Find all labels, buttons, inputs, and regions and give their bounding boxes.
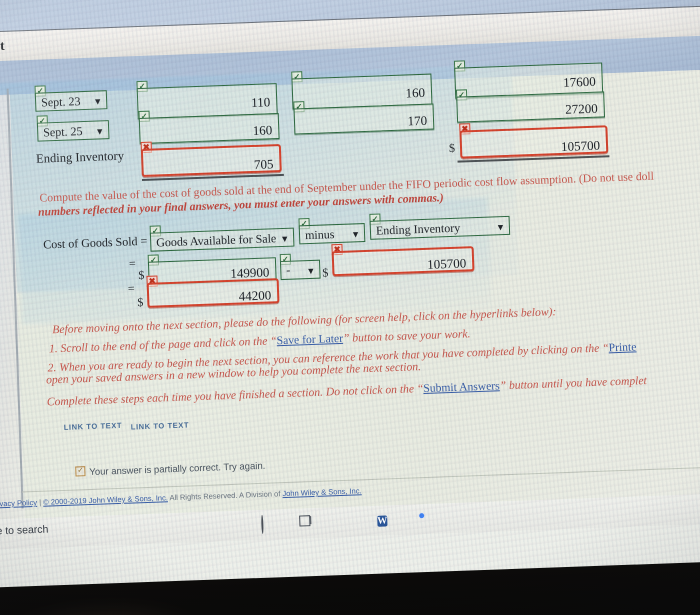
ending-inventory-total-value: 105700 [560, 137, 601, 154]
total-input-2-value: 27200 [564, 100, 598, 117]
link-to-text-2[interactable]: LINK TO TEXT [131, 420, 190, 431]
notes-step-3-b: ” button until you have complet [499, 374, 647, 393]
ending-inventory-value-input[interactable]: 105700 [331, 246, 475, 277]
instruction-line-1-emph: (Do not use doll [578, 169, 655, 186]
partial-correct-icon: ✓ [75, 466, 86, 477]
window-title: gnment [0, 37, 6, 55]
cogs-result-input[interactable]: 44200 [146, 278, 280, 308]
chevron-down-icon: ▼ [93, 96, 103, 107]
equals-sign-2: = [127, 281, 135, 296]
unit-cost-input-2[interactable]: 170 [293, 103, 435, 135]
dollar-sign-result: $ [137, 295, 144, 310]
dollar-sign-ending-inv-value: $ [322, 265, 329, 280]
division-link[interactable]: John Wiley & Sons, Inc. [282, 486, 361, 498]
total-input-2[interactable]: 27200 [456, 91, 606, 123]
screen-photo: gnment s dy ✓ Sept. 23 ▼ ✓ [0, 0, 700, 615]
units-input-2-value: 160 [252, 122, 273, 138]
footer-separator: | [38, 497, 42, 507]
footer-rights: All Rights Reserved. A Division of [169, 489, 281, 503]
operator-value-dropdown[interactable]: - ▼ [279, 259, 321, 281]
ending-inventory-units-value: 705 [253, 156, 274, 172]
chevron-down-icon: ▼ [306, 265, 316, 277]
dollar-sign-goods-available: $ [138, 267, 145, 283]
printer-friendly-link[interactable]: Printe [608, 340, 636, 354]
word-glyph: W [377, 515, 388, 527]
ending-inventory-total-input[interactable]: 105700 [459, 125, 609, 159]
operator-dropdown[interactable]: minus ▼ [298, 223, 366, 245]
ending-inventory-value: 105700 [426, 255, 467, 272]
copyright-link[interactable]: © 2000-2019 John Wiley & Sons, Inc. [43, 493, 168, 506]
bezel-glare [2, 599, 205, 615]
operator-dropdown-value: minus [304, 227, 335, 243]
word-icon[interactable]: W [377, 510, 388, 528]
ending-inventory-dropdown-value: Ending Inventory [375, 220, 461, 238]
search-box-text[interactable]: ype here to search [0, 524, 49, 539]
date-dropdown-2-value: Sept. 25 [42, 124, 83, 140]
feedback-text: Your answer is partially correct. Try ag… [89, 460, 266, 479]
date-dropdown-1[interactable]: Sept. 23 ▼ [34, 90, 108, 112]
equals-sign-1: = [128, 256, 136, 271]
goods-available-dropdown-value: Goods Available for Sale [155, 231, 277, 250]
notes-step-1-a: 1. Scroll to the end of the page and cli… [48, 334, 277, 356]
chevron-down-icon: ▼ [495, 222, 506, 233]
notes-step-3-a: Complete these steps each time you have … [46, 382, 424, 409]
assignment-page: s dy ✓ Sept. 23 ▼ ✓ 110 ✓ 160 ✓ [0, 60, 700, 526]
chevron-down-icon: ▼ [95, 126, 105, 137]
date-dropdown-1-value: Sept. 23 [40, 94, 81, 110]
ending-inventory-label: Ending Inventory [35, 148, 125, 166]
chevron-down-icon: ▼ [350, 229, 361, 240]
unit-cost-input-2-value: 170 [407, 112, 428, 129]
screen-content: gnment s dy ✓ Sept. 23 ▼ ✓ [0, 0, 700, 588]
dollar-sign-ending-total: $ [448, 140, 456, 155]
privacy-policy-link[interactable]: Privacy Policy [0, 498, 37, 509]
cogs-result-value: 44200 [238, 287, 272, 304]
operator-value: - [286, 262, 291, 277]
units-input-1-value: 110 [250, 94, 271, 111]
units-input-2[interactable]: 160 [138, 113, 280, 145]
link-to-text-1[interactable]: LINK TO TEXT [64, 421, 123, 432]
save-for-later-link[interactable]: Save for Later [276, 332, 343, 347]
ending-inventory-units-input[interactable]: 705 [140, 143, 282, 177]
date-dropdown-2[interactable]: Sept. 25 ▼ [36, 120, 110, 142]
cortana-icon[interactable] [261, 514, 264, 534]
page-canvas: s dy ✓ Sept. 23 ▼ ✓ 110 ✓ 160 ✓ [0, 60, 700, 526]
unit-cost-input-1-value: 160 [405, 84, 426, 101]
total-input-1-value: 17600 [562, 73, 597, 90]
submit-answers-link[interactable]: Submit Answers [423, 379, 500, 395]
chevron-down-icon: ▼ [280, 233, 290, 245]
notes-step-1-b: ” button to save your work. [342, 327, 471, 345]
